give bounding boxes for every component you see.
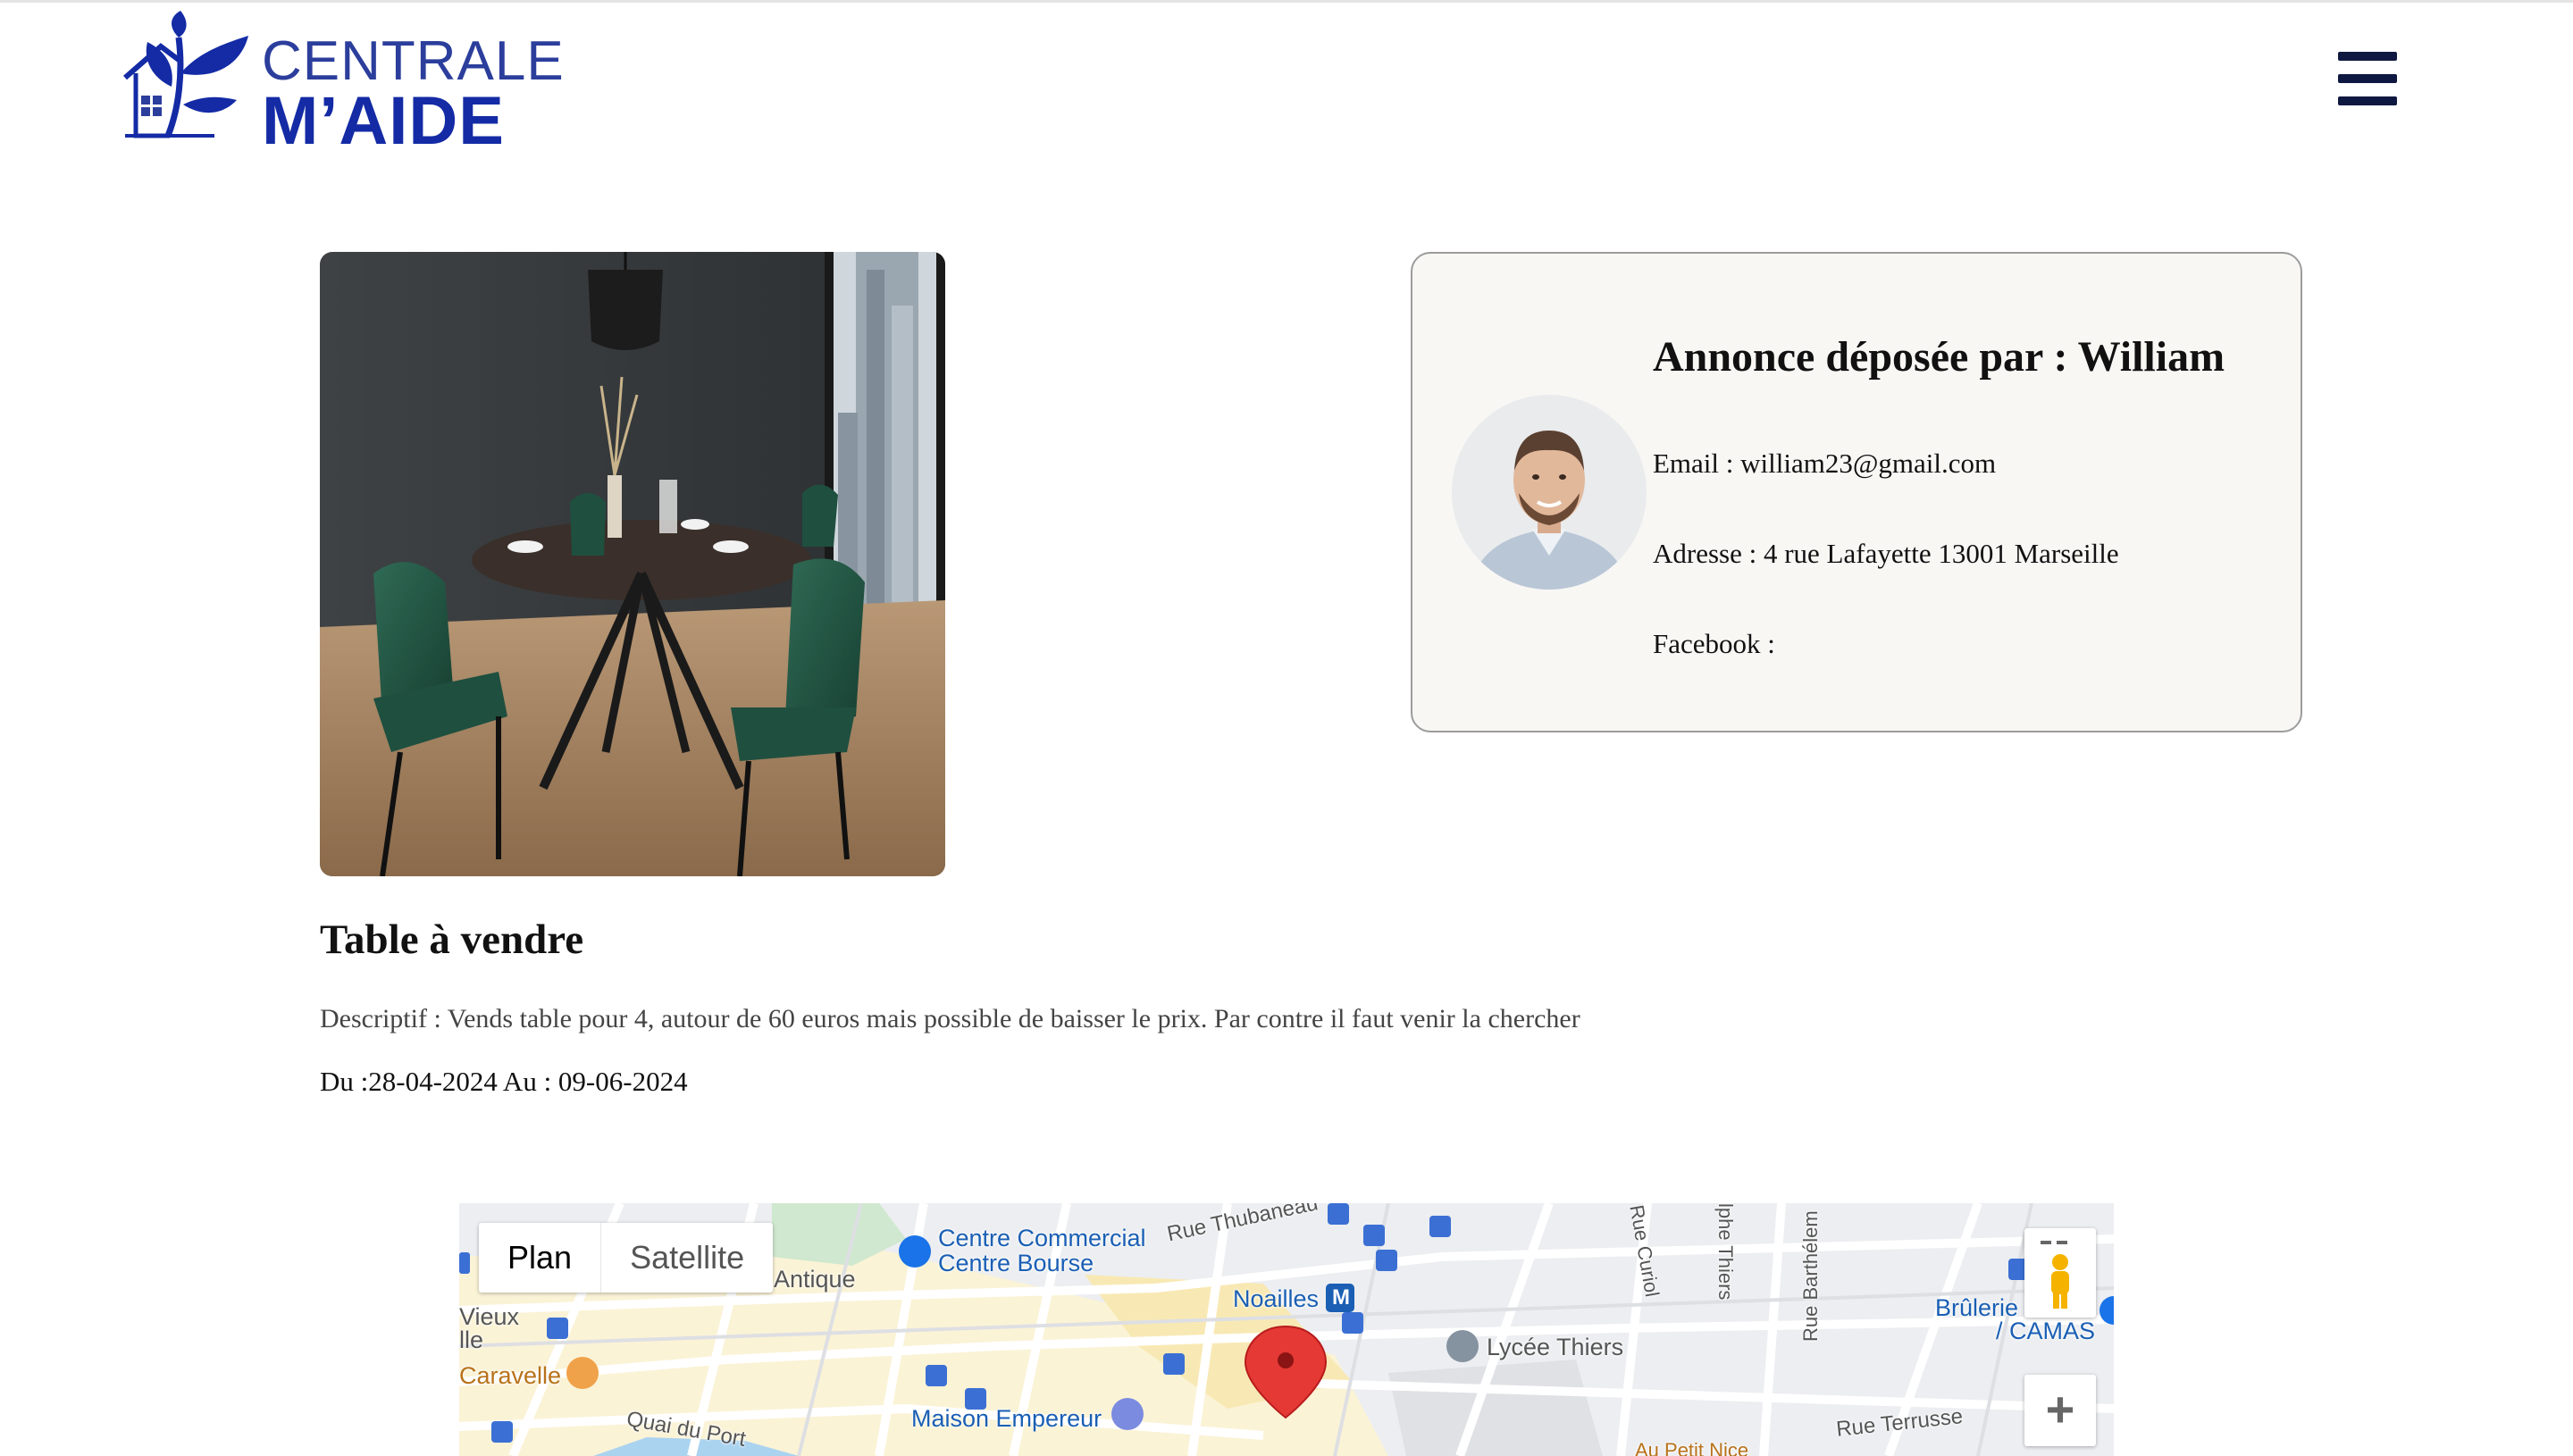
map-label-ile: lle bbox=[459, 1326, 484, 1353]
seller-card: Annonce déposée par : William Email : wi… bbox=[1411, 252, 2302, 732]
map-label-noailles[interactable]: Noailles bbox=[1233, 1285, 1319, 1313]
seller-avatar bbox=[1452, 395, 1647, 590]
logo-house-leaf-icon bbox=[123, 11, 248, 138]
location-map[interactable]: Plan Satellite Centre Commercial Centre … bbox=[459, 1203, 2114, 1456]
seller-facebook: Facebook : bbox=[1653, 628, 1775, 659]
map-label-lycee-thiers[interactable]: Lycée Thiers bbox=[1487, 1334, 1623, 1361]
menu-bar bbox=[2338, 52, 2397, 61]
logo-text-bottom: M’AIDE bbox=[262, 83, 505, 159]
hamburger-menu-icon[interactable] bbox=[2338, 52, 2397, 105]
menu-bar bbox=[2338, 96, 2397, 105]
metro-badge-text: M bbox=[1332, 1285, 1350, 1310]
map-type-control: Plan Satellite bbox=[479, 1223, 774, 1293]
seller-title: Annonce déposée par : William bbox=[1653, 333, 2225, 381]
logo-text-top: CENTRALE bbox=[262, 30, 565, 92]
map-label-centre-bourse[interactable]: Centre Bourse bbox=[938, 1250, 1094, 1277]
ad-description: Descriptif : Vends table pour 4, autour … bbox=[320, 1004, 1580, 1033]
menu-bar bbox=[2338, 74, 2397, 83]
map-label-centre-commercial[interactable]: Centre Commercial bbox=[938, 1225, 1146, 1252]
product-photo bbox=[320, 252, 945, 876]
map-label-maison-empereur[interactable]: Maison Empereur bbox=[911, 1405, 1102, 1433]
ad-dates: Du :28-04-2024 Au : 09-06-2024 bbox=[320, 1066, 688, 1097]
site-logo[interactable]: CENTRALE M’AIDE bbox=[116, 11, 564, 155]
map-label-alphe-thiers: lphe Thiers bbox=[1714, 1203, 1737, 1301]
map-label-antique: Antique bbox=[774, 1266, 856, 1293]
map-label-caravelle[interactable]: Caravelle bbox=[459, 1362, 561, 1390]
avatar-photo bbox=[1452, 395, 1647, 590]
map-label-camas[interactable]: / CAMAS bbox=[1996, 1318, 2095, 1345]
zoom-in-button[interactable]: + bbox=[2024, 1375, 2096, 1446]
top-border bbox=[0, 0, 2573, 3]
map-label-au-petit-nice[interactable]: Au Petit Nice bbox=[1635, 1439, 1748, 1456]
pegman-icon bbox=[2041, 1241, 2069, 1309]
map-type-satellite[interactable]: Satellite bbox=[601, 1223, 773, 1293]
dining-table-photo bbox=[320, 252, 945, 876]
seller-email: Email : william23@gmail.com bbox=[1653, 448, 1997, 479]
map-type-plan[interactable]: Plan bbox=[479, 1223, 602, 1293]
street-view-pegman[interactable] bbox=[2024, 1228, 2096, 1318]
seller-address: Adresse : 4 rue Lafayette 13001 Marseill… bbox=[1653, 538, 2119, 569]
map-label-rue-barthelemy: Rue Barthélem bbox=[1799, 1210, 1822, 1342]
ad-title: Table à vendre bbox=[320, 916, 584, 963]
